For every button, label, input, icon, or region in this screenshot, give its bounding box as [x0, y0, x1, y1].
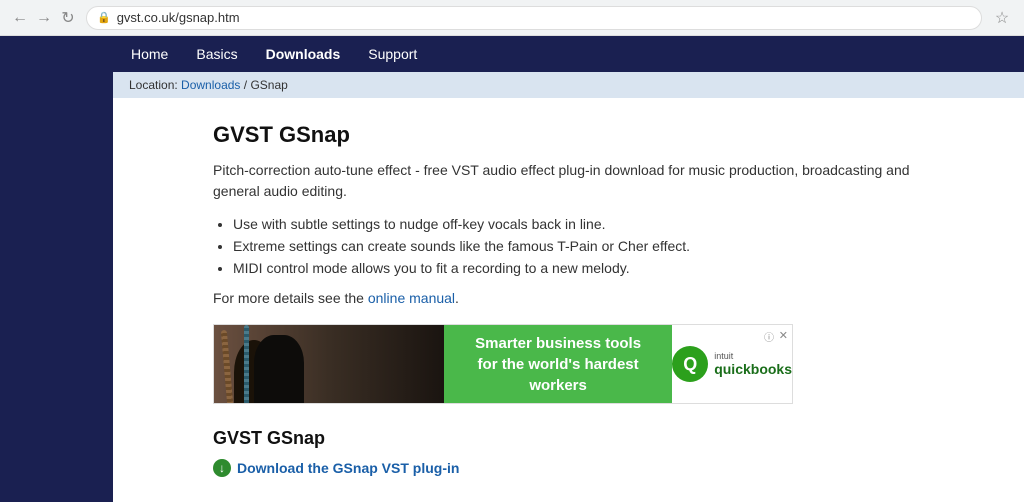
quickbooks-logo: Q intuit quickbooks	[672, 346, 792, 382]
online-manual-link[interactable]: online manual	[368, 290, 455, 306]
bullet-1: Use with subtle settings to nudge off-ke…	[233, 216, 933, 232]
intuit-label: intuit	[714, 351, 792, 361]
ad-banner: Smarter business tools for the world's h…	[213, 324, 793, 404]
nav-home[interactable]: Home	[129, 42, 170, 66]
breadcrumb-downloads-link[interactable]: Downloads	[181, 78, 240, 92]
reload-button[interactable]: ↻	[58, 8, 78, 28]
browser-chrome: ← → ↻ 🔒 gvst.co.uk/gsnap.htm ☆	[0, 0, 1024, 36]
ad-quickbooks-section: ⓘ ✕ Q intuit quickbooks	[672, 325, 792, 403]
manual-prefix: For more details see the	[213, 290, 368, 306]
nav-buttons: ← → ↻	[10, 8, 78, 28]
content-body: GVST GSnap Pitch-correction auto-tune ef…	[113, 98, 1013, 501]
download-section: GVST GSnap ↓ Download the GSnap VST plug…	[213, 428, 933, 477]
address-bar[interactable]: 🔒 gvst.co.uk/gsnap.htm	[86, 6, 982, 30]
back-button[interactable]: ←	[10, 8, 30, 28]
nav-basics[interactable]: Basics	[194, 42, 239, 66]
lock-icon: 🔒	[97, 11, 111, 24]
bullet-2: Extreme settings can create sounds like …	[233, 238, 933, 254]
quickbooks-label: quickbooks	[714, 361, 792, 377]
breadcrumb-bar: Location: Downloads / GSnap	[113, 72, 1024, 98]
page-description: Pitch-correction auto-tune effect - free…	[213, 160, 933, 202]
top-nav: Home Basics Downloads Support	[113, 36, 1024, 72]
nav-support[interactable]: Support	[366, 42, 419, 66]
breadcrumb-separator: /	[240, 78, 250, 92]
download-gsnap-link[interactable]: ↓ Download the GSnap VST plug-in	[213, 459, 933, 477]
nav-downloads[interactable]: Downloads	[264, 42, 343, 66]
url-text: gvst.co.uk/gsnap.htm	[117, 10, 240, 25]
bullet-3: MIDI control mode allows you to fit a re…	[233, 260, 933, 276]
ad-photo	[214, 325, 444, 404]
page-wrapper: Home Basics Downloads Support Location: …	[0, 36, 1024, 502]
quickbooks-icon: Q	[672, 346, 708, 382]
page-title: GVST GSnap	[213, 122, 933, 148]
ad-green-section: Smarter business tools for the world's h…	[444, 325, 672, 403]
download-link-text: Download the GSnap VST plug-in	[237, 460, 459, 476]
download-icon: ↓	[213, 459, 231, 477]
ad-info-icon[interactable]: ⓘ	[764, 329, 774, 344]
forward-button[interactable]: →	[34, 8, 54, 28]
ad-green-text: Smarter business tools for the world's h…	[454, 333, 662, 396]
sidebar	[0, 36, 113, 502]
manual-paragraph: For more details see the online manual.	[213, 290, 933, 306]
ad-close-button[interactable]: ✕	[779, 329, 788, 342]
main-content: Home Basics Downloads Support Location: …	[113, 36, 1024, 502]
download-section-title: GVST GSnap	[213, 428, 933, 449]
breadcrumb-prefix: Location:	[129, 78, 181, 92]
bookmark-button[interactable]: ☆	[990, 6, 1014, 30]
feature-list: Use with subtle settings to nudge off-ke…	[233, 216, 933, 276]
manual-suffix: .	[455, 290, 459, 306]
quickbooks-text: intuit quickbooks	[714, 351, 792, 377]
breadcrumb-current: GSnap	[250, 78, 287, 92]
